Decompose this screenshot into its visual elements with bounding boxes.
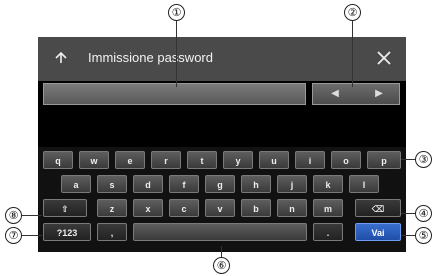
key-g[interactable]: g	[205, 175, 235, 193]
shift-key[interactable]: ⇧	[43, 199, 87, 217]
numbers-key[interactable]: ?123	[43, 223, 91, 241]
key-z[interactable]: z	[97, 199, 127, 217]
callout-1: ①	[168, 4, 185, 21]
key-m[interactable]: m	[313, 199, 343, 217]
key-j[interactable]: j	[277, 175, 307, 193]
cursor-right-button[interactable]: ▶	[357, 84, 401, 104]
key-y[interactable]: y	[223, 151, 253, 169]
key-r[interactable]: r	[151, 151, 181, 169]
callout-7: ⑦	[5, 227, 22, 244]
key-a[interactable]: a	[61, 175, 91, 193]
keyboard: q w e r t y u i o p a s d f g h j k l ⇧ …	[38, 147, 406, 252]
callout-6: ⑥	[213, 257, 230, 274]
key-l[interactable]: l	[349, 175, 379, 193]
period-key[interactable]: .	[313, 223, 343, 241]
header-bar: Immissione password	[38, 37, 406, 81]
password-input[interactable]	[43, 83, 306, 105]
key-v[interactable]: v	[205, 199, 235, 217]
go-key[interactable]: Vai	[355, 223, 401, 241]
key-o[interactable]: o	[331, 151, 361, 169]
device-screen: Immissione password ◀ ▶ q w e r t y u i …	[38, 37, 406, 252]
comma-key[interactable]: ,	[97, 223, 127, 241]
callout-5: ⑤	[415, 227, 432, 244]
key-s[interactable]: s	[97, 175, 127, 193]
key-n[interactable]: n	[277, 199, 307, 217]
close-icon[interactable]	[374, 48, 394, 68]
page-title: Immissione password	[88, 50, 213, 65]
cursor-left-button[interactable]: ◀	[313, 84, 357, 104]
key-d[interactable]: d	[133, 175, 163, 193]
key-f[interactable]: f	[169, 175, 199, 193]
key-i[interactable]: i	[295, 151, 325, 169]
cursor-arrow-buttons: ◀ ▶	[312, 83, 400, 105]
key-w[interactable]: w	[79, 151, 109, 169]
space-key[interactable]	[133, 223, 307, 241]
key-t[interactable]: t	[187, 151, 217, 169]
key-k[interactable]: k	[313, 175, 343, 193]
key-p[interactable]: p	[367, 151, 401, 169]
key-e[interactable]: e	[115, 151, 145, 169]
key-b[interactable]: b	[241, 199, 271, 217]
callout-8: ⑧	[5, 207, 22, 224]
key-c[interactable]: c	[169, 199, 199, 217]
key-q[interactable]: q	[43, 151, 73, 169]
back-arrow-icon[interactable]	[50, 47, 72, 69]
key-h[interactable]: h	[241, 175, 271, 193]
delete-key[interactable]: ⌫	[355, 199, 401, 217]
key-u[interactable]: u	[259, 151, 289, 169]
callout-3: ③	[415, 151, 432, 168]
callout-4: ④	[415, 205, 432, 222]
callout-2: ②	[344, 4, 361, 21]
key-x[interactable]: x	[133, 199, 163, 217]
